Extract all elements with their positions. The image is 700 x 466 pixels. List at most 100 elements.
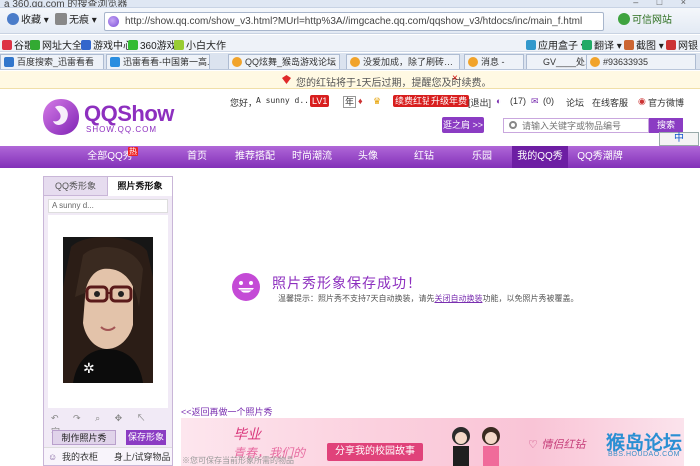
scissors-icon bbox=[624, 40, 634, 50]
mail-icon[interactable]: ✉ bbox=[531, 96, 539, 107]
app-box-icon bbox=[526, 40, 536, 50]
translate-icon bbox=[582, 40, 592, 50]
annual-badge[interactable]: 年 bbox=[343, 96, 357, 108]
nav-qqshow-brand[interactable]: QQ秀潮牌 bbox=[572, 146, 628, 168]
favorites-button[interactable]: 收藏 ▾ bbox=[4, 12, 52, 30]
url-text: http://show.qq.com/show_v3.html?MUrl=htt… bbox=[125, 16, 583, 27]
notice-text: 您的红钻将于1天后过期，提醒您及时续费。 bbox=[296, 78, 492, 89]
baidu-icon bbox=[4, 57, 14, 67]
nav-my-qqshow[interactable]: 我的QQ秀 bbox=[512, 146, 568, 168]
disable-auto-dress-link[interactable]: 关闭自动换装 bbox=[434, 294, 482, 303]
hot-badge: 热 bbox=[128, 147, 138, 156]
search-input[interactable] bbox=[522, 120, 646, 131]
mail-count[interactable]: (0) bbox=[543, 96, 554, 106]
verified-icon bbox=[618, 13, 630, 25]
make-photo-show-button[interactable]: 制作照片秀 bbox=[52, 430, 116, 445]
fav-item-nav[interactable]: 网址大全 bbox=[30, 37, 82, 52]
tab-gv[interactable]: GV____处... bbox=[526, 54, 588, 69]
trying-items-link[interactable]: 身上/试穿物品 bbox=[114, 448, 171, 466]
close-tab-icon[interactable]: × bbox=[331, 55, 336, 69]
save-success-title: 照片秀形象保存成功！ bbox=[272, 275, 422, 291]
incognito-menu-button[interactable]: 无痕 ▾ bbox=[52, 12, 100, 30]
address-bar[interactable]: http://show.qq.com/show_v3.html?MUrl=htt… bbox=[104, 12, 604, 31]
red-diamond-expiry-notice: 您的红钻将于1天后过期，提醒您及时续费。 × bbox=[0, 71, 700, 89]
monkey-icon bbox=[590, 57, 600, 67]
official-weibo-link[interactable]: 官方微博 bbox=[648, 96, 684, 109]
search-button[interactable]: 搜索 bbox=[649, 118, 683, 133]
nav-avatar[interactable]: 头像 bbox=[342, 146, 394, 168]
browser-navbar: 收藏 ▾ 无痕 ▾ http://show.qq.com/show_v3.htm… bbox=[0, 8, 700, 34]
weibo-icon[interactable]: ◉ bbox=[638, 96, 646, 107]
forum-link[interactable]: 论坛 bbox=[566, 96, 584, 109]
red-diamond-level-badge[interactable]: LV1 bbox=[310, 95, 330, 107]
make-another-link[interactable]: <<返回再做一个照片秀 bbox=[181, 405, 273, 418]
nav-fashion[interactable]: 时尚潮流 bbox=[286, 146, 338, 168]
username[interactable]: A sunny d... bbox=[256, 96, 314, 105]
google-icon bbox=[2, 40, 12, 50]
tab-houdao[interactable]: QQ炫舞_猴岛游戏论坛 × bbox=[228, 54, 340, 69]
leaf-icon bbox=[174, 40, 184, 50]
message-count[interactable]: (17) bbox=[510, 96, 526, 106]
share-campus-story-button[interactable]: 分享我的校园故事 bbox=[327, 443, 423, 461]
photo-canvas[interactable]: ✲ bbox=[48, 215, 168, 408]
window-titlebar: a 360.qq.com 的搜查浏览器 – □ × bbox=[0, 0, 700, 8]
search-icon bbox=[509, 121, 517, 129]
renew-red-diamond-button[interactable]: 续费红钻 bbox=[393, 95, 434, 107]
save-hint: 温馨提示：照片秀不支持7天自动换装，请先关闭自动换装功能，以免照片秀被覆盖。 bbox=[278, 294, 579, 303]
main-nav: 全部QQ秀热 首页 推荐搭配 时尚潮流 头像 红钻 乐园 我的QQ秀 QQ秀潮牌 bbox=[0, 146, 700, 168]
enter-mall-button[interactable]: 逛之肩 >> bbox=[442, 117, 484, 133]
nav-red-diamond[interactable]: 红钻 bbox=[398, 146, 450, 168]
person-icon: ☺ bbox=[48, 452, 58, 462]
logo-wordmark[interactable]: QQShow bbox=[84, 101, 174, 127]
ime-indicator[interactable]: 中 bbox=[659, 132, 699, 146]
tab-photo-avatar[interactable]: 照片秀形象 bbox=[108, 177, 172, 196]
heart-icon: ♡ bbox=[528, 438, 538, 451]
online-service-link[interactable]: 在线客服 bbox=[592, 96, 628, 109]
nav-home[interactable]: 首页 bbox=[172, 146, 222, 168]
ebank-button[interactable]: 网银 ▾ bbox=[666, 37, 700, 52]
upgrade-annual-button[interactable]: 升级年费 bbox=[429, 95, 470, 107]
tab-qqshow-avatar[interactable]: QQ秀形象 bbox=[44, 177, 108, 196]
window-title: a 360.qq.com 的搜查浏览器 bbox=[4, 0, 128, 8]
nav-recommended[interactable]: 推荐搭配 bbox=[228, 146, 282, 168]
nav-all-qqshow[interactable]: 全部QQ秀热 bbox=[70, 146, 150, 168]
my-wardrobe-link[interactable]: 我的衣柜 bbox=[62, 448, 98, 466]
message-icon[interactable]: ◐ bbox=[496, 96, 501, 106]
close-notice-icon[interactable]: × bbox=[452, 73, 458, 84]
forum-watermark-url: BBS.HOUDAO.COM bbox=[608, 451, 680, 458]
nav-paradise[interactable]: 乐园 bbox=[454, 146, 510, 168]
app-box-button[interactable]: 应用盒子 ▾ bbox=[526, 37, 586, 52]
couple-illustration bbox=[452, 427, 500, 466]
item-search-box[interactable] bbox=[503, 118, 649, 133]
tab-messages[interactable]: 消息 - bbox=[464, 54, 524, 69]
photo-toolbar[interactable]: ↶ ↷ ⌕ ✥ ↖ 字 bbox=[48, 411, 168, 437]
tab-thread[interactable]: #93633935 bbox=[586, 54, 696, 69]
fav-item-xiaobai[interactable]: 小白大作 bbox=[174, 37, 226, 52]
trusted-site-badge[interactable]: 可信网站 bbox=[618, 12, 672, 30]
qqshow-logo-icon[interactable] bbox=[41, 97, 81, 137]
save-avatar-button[interactable]: 保存形象 bbox=[126, 430, 166, 445]
window-controls[interactable]: – □ × bbox=[633, 0, 694, 7]
fav-item-360-games[interactable]: 360游戏 bbox=[128, 37, 177, 52]
incognito-icon bbox=[55, 13, 67, 25]
logout-link[interactable]: [退出] bbox=[468, 96, 491, 109]
tab-baidu[interactable]: 百度搜索_迅雷看看 bbox=[0, 54, 104, 69]
bank-icon bbox=[666, 40, 676, 50]
banner-caption: ※您可保存当前形象所需的物品 bbox=[182, 456, 294, 465]
monkey-icon bbox=[350, 57, 360, 67]
crown-icon[interactable]: ♛ bbox=[373, 96, 381, 107]
user-photo: ✲ bbox=[63, 237, 153, 383]
tab-post[interactable]: 没爱加成，除了刷砖… bbox=[346, 54, 460, 69]
tab-xunlei[interactable]: 迅雷看看-中国第一高... bbox=[106, 54, 210, 69]
web-nav-icon bbox=[30, 40, 40, 50]
screenshot-button[interactable]: 截图 ▾ bbox=[624, 37, 664, 52]
360-icon bbox=[128, 40, 138, 50]
monkey-icon bbox=[232, 57, 242, 67]
xunlei-icon bbox=[110, 57, 120, 67]
back-arrow-icon bbox=[7, 13, 19, 25]
favorites-bar: 谷歌 网址大全 游戏中心 360游戏 小白大作 应用盒子 ▾ 翻译 ▾ 截图 ▾… bbox=[0, 35, 700, 52]
vip-icon[interactable]: ♦ bbox=[358, 96, 363, 106]
fav-item-games[interactable]: 游戏中心 bbox=[81, 37, 133, 52]
logo-domain: SHOW.QQ.COM bbox=[86, 125, 157, 134]
translate-button[interactable]: 翻译 ▾ bbox=[582, 37, 622, 52]
